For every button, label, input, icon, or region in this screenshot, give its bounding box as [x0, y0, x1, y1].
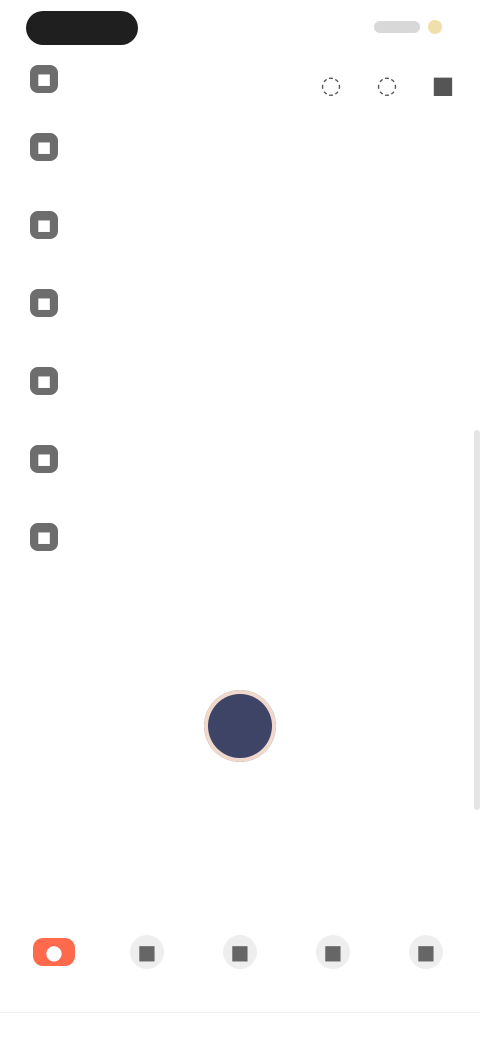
nav-item-home[interactable]: ● — [28, 935, 80, 1005]
menu-item-settings[interactable]: ■ — [0, 50, 480, 108]
location-icon: ■ — [30, 211, 58, 239]
menu-item-tag[interactable]: ■ — [0, 264, 480, 342]
account-icon: ■ — [409, 935, 443, 969]
menu-list: ■ ■ ■ ■ ■ ■ ■ — [0, 50, 480, 576]
scrollbar[interactable] — [474, 430, 480, 810]
status-text — [374, 21, 420, 33]
info-icon: ■ — [30, 523, 58, 551]
profile-icon: ■ — [30, 133, 58, 161]
menu-item-profile[interactable]: ■ — [0, 108, 480, 186]
home-icon: ● — [33, 938, 75, 966]
menu-item-document[interactable]: ■ — [0, 342, 480, 420]
nav-item-library[interactable]: ■ — [214, 935, 266, 1005]
search-icon: ■ — [316, 935, 350, 969]
document-icon: ■ — [30, 367, 58, 395]
browse-icon: ■ — [130, 935, 164, 969]
nav-item-browse[interactable]: ■ — [121, 935, 173, 1005]
bottom-navigation: ● ■ ■ ■ ■ — [0, 935, 480, 1005]
bottom-divider — [0, 1012, 480, 1013]
nav-item-account[interactable]: ■ — [400, 935, 452, 1005]
status-indicator — [428, 20, 442, 34]
status-area — [374, 20, 442, 34]
menu-item-help[interactable]: ■ — [0, 420, 480, 498]
app-root: ◌ ◌ ■ ■ ■ ■ ■ ■ ■ ■ ● ■ ■ ■ ■ — [0, 0, 480, 1040]
top-pill[interactable] — [26, 11, 138, 45]
settings-icon: ■ — [30, 65, 58, 93]
menu-item-info[interactable]: ■ — [0, 498, 480, 576]
library-icon: ■ — [223, 935, 257, 969]
tag-icon: ■ — [30, 289, 58, 317]
avatar[interactable] — [204, 690, 276, 762]
menu-item-location[interactable]: ■ — [0, 186, 480, 264]
nav-item-search[interactable]: ■ — [307, 935, 359, 1005]
help-icon: ■ — [30, 445, 58, 473]
